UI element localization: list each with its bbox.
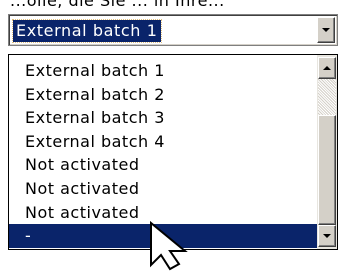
- list-item[interactable]: External batch 2: [9, 83, 317, 107]
- scroll-down-button[interactable]: [318, 225, 336, 247]
- list-item[interactable]: External batch 1: [9, 59, 317, 83]
- scroll-track[interactable]: [318, 79, 336, 115]
- chevron-down-icon: [322, 28, 330, 32]
- batch-combo-box[interactable]: External batch 1: [8, 14, 338, 46]
- scroll-up-button[interactable]: [318, 57, 336, 79]
- cut-off-text: ...olle, die Sie ... in Ihre...: [10, 0, 340, 8]
- mouse-pointer-icon: [150, 221, 188, 271]
- list-item[interactable]: External batch 4: [9, 130, 317, 154]
- vertical-scrollbar[interactable]: [317, 55, 337, 249]
- list-item[interactable]: Not activated: [9, 153, 317, 177]
- combo-selected-value: External batch 1: [12, 19, 162, 43]
- chevron-down-icon: [323, 234, 331, 238]
- scroll-thumb[interactable]: [318, 115, 336, 225]
- list-item[interactable]: External batch 3: [9, 106, 317, 130]
- chevron-up-icon: [323, 66, 331, 70]
- list-item[interactable]: Not activated: [9, 177, 317, 201]
- combo-dropdown-button[interactable]: [317, 17, 335, 43]
